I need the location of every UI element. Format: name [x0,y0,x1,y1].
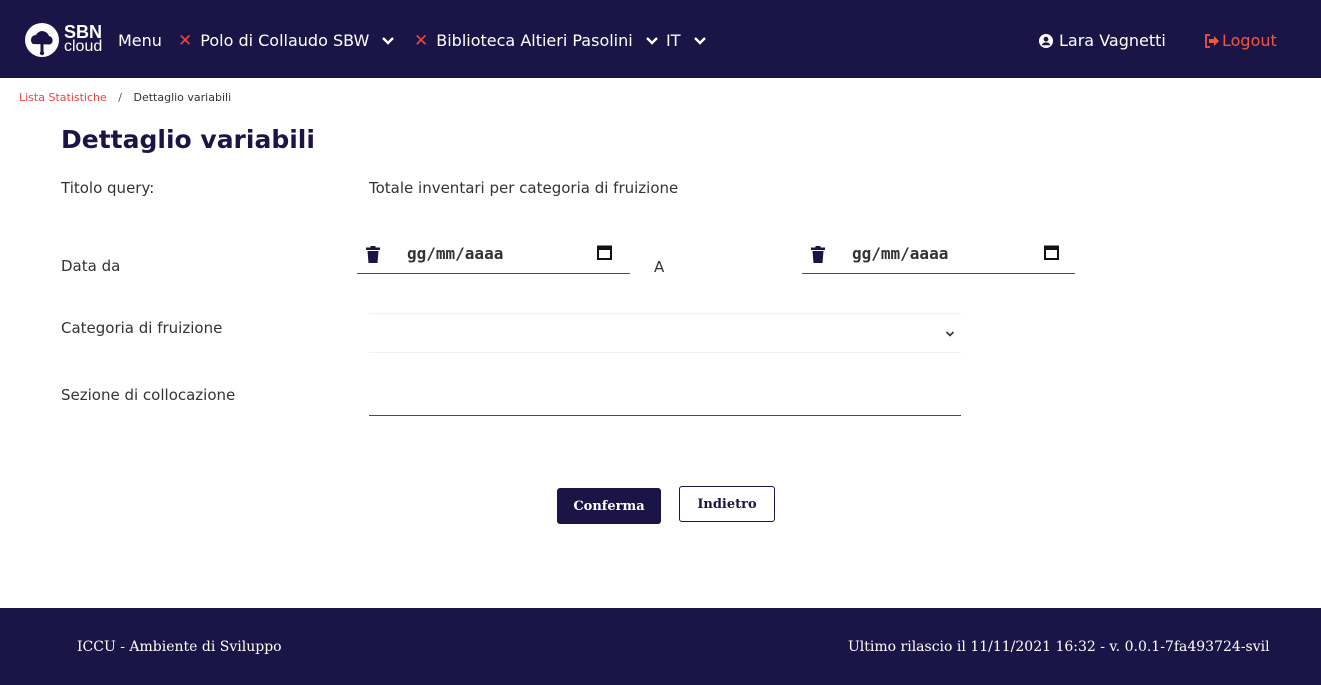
categoria-select[interactable] [369,313,961,353]
sbn-cloud-logo[interactable]: SBN cloud [24,22,116,62]
chevron-down-icon [382,37,395,45]
biblioteca-label: Biblioteca Altieri Pasolini [436,31,633,50]
back-button[interactable]: Indietro [679,486,775,522]
close-icon[interactable]: ✕ [414,31,428,51]
biblioteca-selector[interactable]: ✕ Biblioteca Altieri Pasolini [414,31,659,51]
sign-out-icon [1205,33,1219,48]
trash-icon[interactable] [366,246,380,263]
titolo-query-label: Titolo query: [61,179,155,197]
user-name: Lara Vagnetti [1059,31,1166,50]
date-from-placeholder: gg/mm/aaaa [407,244,504,263]
titolo-query-value: Totale inventari per categoria di fruizi… [369,179,679,197]
menu-label: Menu [118,31,162,50]
breadcrumb-link-lista-statistiche[interactable]: Lista Statistiche [19,91,107,104]
sezione-input[interactable] [369,385,961,416]
footer: ICCU - Ambiente di Sviluppo Ultimo rilas… [0,608,1321,685]
user-circle-icon [1039,33,1053,48]
polo-selector[interactable]: ✕ Polo di Collaudo SBW [178,31,395,51]
chevron-down-icon [693,37,706,45]
breadcrumb-current: Dettaglio variabili [133,91,232,104]
date-range-separator: A [654,258,665,276]
cloud-icon [25,23,59,57]
polo-label: Polo di Collaudo SBW [200,31,370,50]
date-to-input[interactable]: gg/mm/aaaa [802,239,1075,274]
logout-label: Logout [1222,31,1277,50]
chevron-down-icon [645,37,658,45]
page-title: Dettaglio variabili [61,125,315,154]
logout-button[interactable]: Logout [1204,31,1277,50]
language-label: IT [666,31,681,50]
calendar-icon[interactable] [1044,245,1059,260]
chevron-down-icon [945,331,955,337]
calendar-icon[interactable] [597,245,612,260]
date-to-placeholder: gg/mm/aaaa [852,244,949,263]
close-icon[interactable]: ✕ [178,31,192,51]
date-from-input[interactable]: gg/mm/aaaa [357,239,630,274]
trash-icon[interactable] [811,246,825,263]
confirm-button[interactable]: Conferma [557,488,661,524]
user-menu[interactable]: Lara Vagnetti [1039,31,1166,50]
footer-environment: ICCU - Ambiente di Sviluppo [77,639,282,655]
language-selector[interactable]: IT [666,31,707,51]
categoria-label: Categoria di fruizione [61,319,223,337]
footer-release-info: Ultimo rilascio il 11/11/2021 16:32 - v.… [848,639,1270,655]
breadcrumb-separator: / [118,91,122,104]
data-da-label: Data da [61,257,121,275]
top-navbar: SBN cloud Menu ✕ Polo di Collaudo SBW ✕ … [0,0,1321,78]
breadcrumb: Lista Statistiche / Dettaglio variabili [19,91,231,105]
logo-text-cloud: cloud [64,38,103,55]
menu-link[interactable]: Menu [118,31,162,51]
sezione-label: Sezione di collocazione [61,386,236,404]
